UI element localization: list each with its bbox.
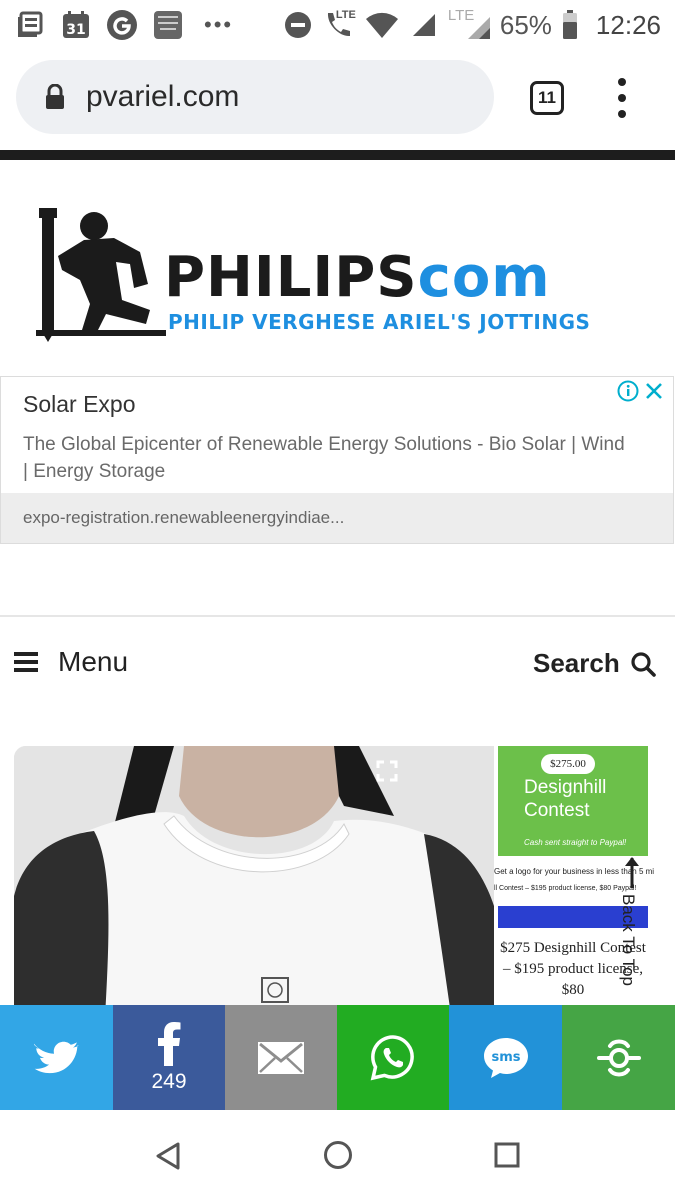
home-icon[interactable]: [323, 1140, 353, 1170]
more-share-button[interactable]: [562, 1005, 675, 1110]
featured-image[interactable]: [14, 746, 494, 1036]
battery-icon: [560, 9, 580, 41]
recent-apps-icon[interactable]: [494, 1142, 520, 1168]
whatsapp-icon: [370, 1034, 414, 1080]
header-divider: [0, 150, 675, 160]
clock: 12:26: [595, 9, 661, 40]
system-navigation-bar: [0, 1110, 675, 1200]
tab-switcher-button[interactable]: 11: [530, 81, 564, 115]
browser-toolbar: pvariel.com 11: [0, 50, 675, 150]
expand-icon[interactable]: [376, 760, 398, 782]
facebook-share-count: 249: [151, 1069, 187, 1093]
site-nav: Menu Search: [0, 630, 675, 700]
side-ad-banner: $275.00 Designhill Contest Cash sent str…: [498, 746, 648, 856]
tab-count: 11: [538, 88, 556, 107]
calendar-day: 31: [66, 22, 85, 38]
logo-tagline: PHILIP VERGHESE ARIEL'S JOTTINGS: [168, 310, 591, 334]
more-dots-icon: •••: [204, 12, 234, 37]
calendar-icon: 31: [60, 9, 92, 41]
twitter-share-button[interactable]: [0, 1005, 113, 1110]
lock-icon: [46, 84, 64, 109]
url-text: pvariel.com: [86, 80, 240, 113]
side-ad-cash-note: Cash sent straight to Paypal!: [524, 838, 627, 847]
tshirt-photo: [14, 746, 494, 1036]
wifi-icon: [364, 9, 400, 41]
logo-wordmark: PHILIPScom: [164, 245, 551, 310]
email-share-button[interactable]: [225, 1005, 337, 1110]
ad-close-icon[interactable]: [643, 380, 665, 402]
status-bar: 31 ••• LTE LTE 65% 12:26: [0, 0, 675, 50]
back-to-top-label: Back To Top: [619, 894, 638, 986]
svg-text:sms: sms: [491, 1050, 520, 1065]
search-button[interactable]: Search: [533, 648, 656, 679]
overflow-menu-icon[interactable]: [612, 78, 632, 118]
ad-title[interactable]: Solar Expo: [23, 391, 136, 418]
address-bar[interactable]: pvariel.com: [16, 60, 494, 134]
facebook-share-button[interactable]: 249: [113, 1005, 225, 1110]
ad-banner[interactable]: Solar Expo The Global Epicenter of Renew…: [0, 376, 674, 544]
signal-icon: [408, 9, 440, 41]
ad-url[interactable]: expo-registration.renewableenergyindiae.…: [1, 493, 673, 543]
signal-icon: LTE: [447, 7, 492, 41]
share-more-icon: [596, 1039, 641, 1076]
email-icon: [258, 1041, 304, 1074]
news-icon: [14, 9, 46, 41]
site-logo[interactable]: PHILIPScom PHILIP VERGHESE ARIEL'S JOTTI…: [36, 200, 648, 342]
side-ad-title: Designhill Contest: [524, 777, 607, 821]
menu-label: Menu: [58, 646, 129, 677]
share-bar: 249 sms: [0, 1005, 675, 1110]
arrow-up-icon: [625, 857, 639, 888]
nav-divider: [0, 615, 675, 617]
back-icon[interactable]: [154, 1141, 182, 1171]
lte-label-1: LTE: [335, 9, 356, 21]
whatsapp-share-button[interactable]: [337, 1005, 449, 1110]
do-not-disturb-icon: [282, 9, 314, 41]
side-ad-price: $275.00: [541, 754, 595, 774]
ad-info-icon[interactable]: [617, 380, 639, 402]
search-icon: [631, 651, 656, 677]
logo-figure-icon: [36, 208, 166, 342]
hamburger-icon: [14, 652, 38, 672]
facebook-icon: [158, 1021, 181, 1066]
sms-share-button[interactable]: sms: [449, 1005, 562, 1110]
lte-label-2: LTE: [447, 7, 475, 24]
sms-icon: sms: [483, 1037, 528, 1078]
menu-button[interactable]: Menu: [14, 646, 128, 678]
battery-percent: 65%: [499, 9, 552, 40]
back-to-top-button[interactable]: Back To Top: [616, 856, 646, 1006]
search-label: Search: [533, 648, 620, 678]
ad-description: The Global Epicenter of Renewable Energy…: [23, 434, 625, 482]
wifi-call-icon: LTE: [322, 9, 356, 41]
google-icon: [106, 9, 138, 41]
twitter-icon: [33, 1041, 79, 1073]
bible-icon: [152, 9, 184, 41]
